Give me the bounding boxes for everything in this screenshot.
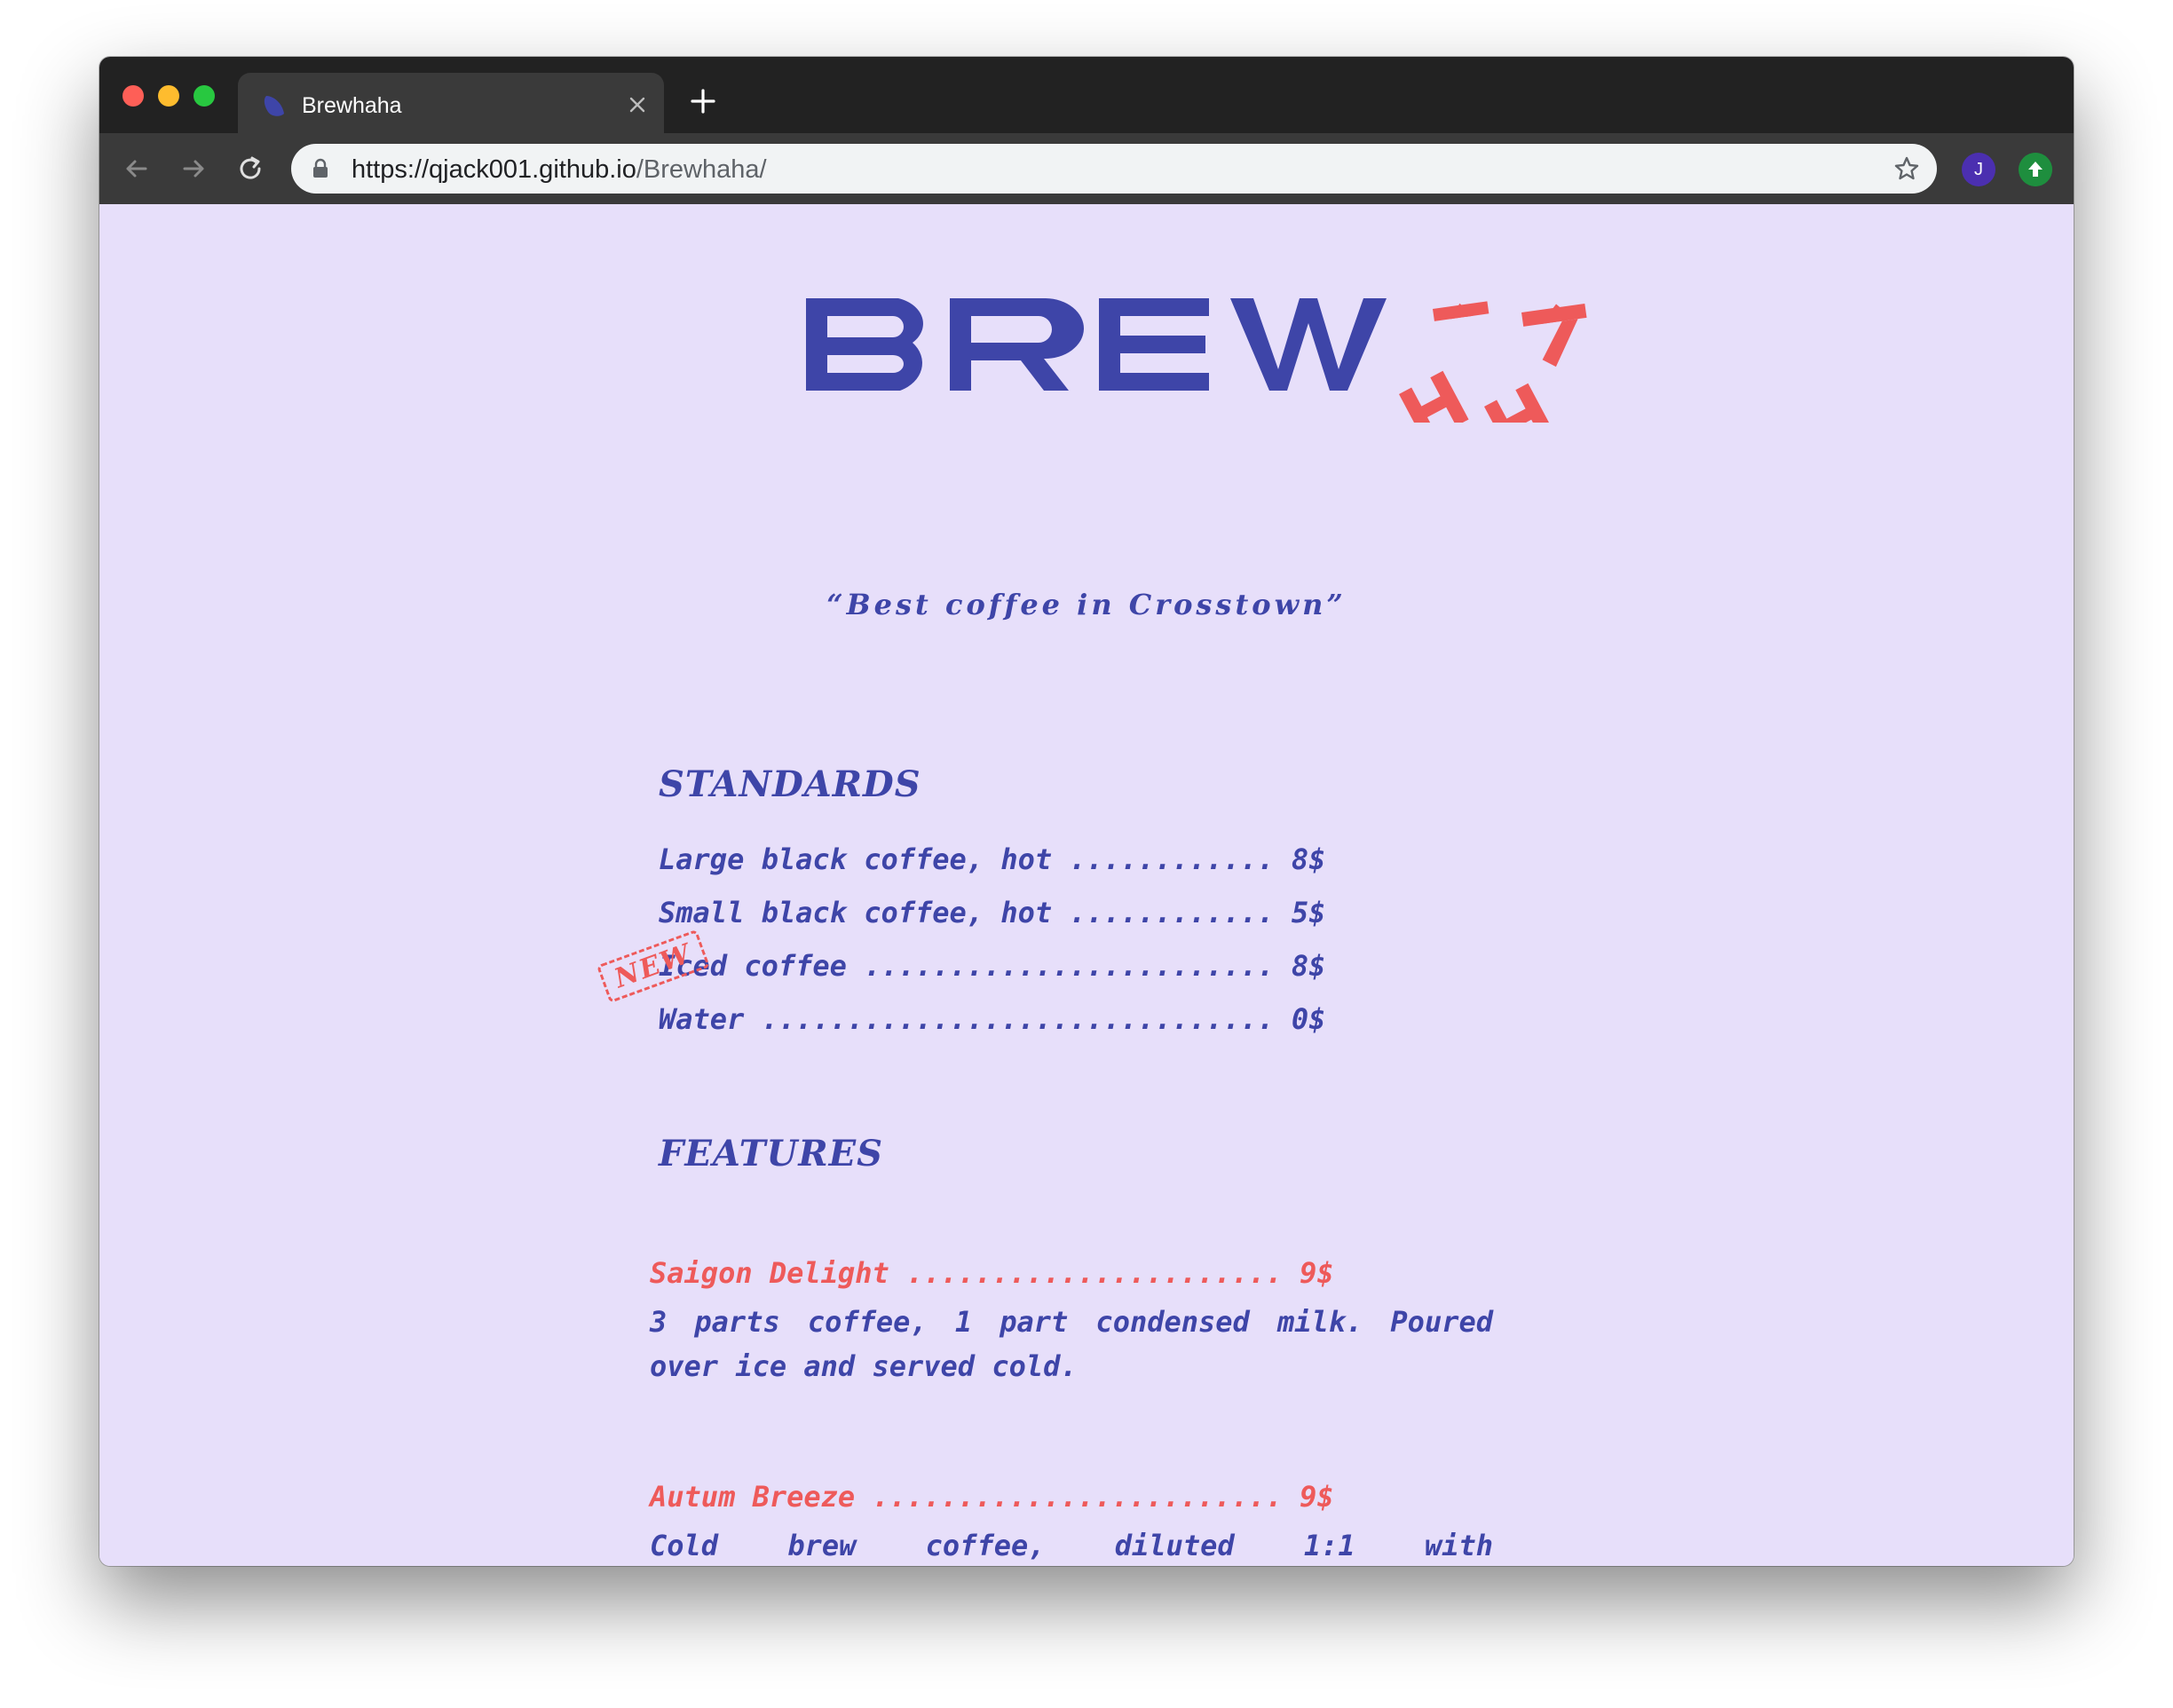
standards-list: Large black coffee, hot ............ 8$ … [659,833,1502,1046]
minimize-window-button[interactable] [158,85,179,107]
feature-title: Autum Breeze ........................ 9$ [650,1480,1334,1514]
feature-item: Saigon Delight ...................... 9$… [650,1246,1493,1388]
reload-icon[interactable] [233,151,268,186]
back-arrow-icon[interactable] [119,151,154,186]
feature-item: Autum Breeze ........................ 9$… [650,1470,1493,1566]
standards-heading: STANDARDS [659,763,921,805]
logo-brew [806,298,1387,391]
profile-avatar[interactable]: J [1962,153,1995,186]
bean-favicon-icon [264,96,284,116]
tab-brewhaha[interactable]: Brewhaha [238,73,664,135]
lock-icon[interactable] [311,158,330,179]
maximize-window-button[interactable] [194,85,215,107]
browser-toolbar: https://qjack001.github.io/Brewhaha/ J [99,133,2074,204]
brewhaha-logo [806,298,1587,423]
close-window-button[interactable] [122,85,144,107]
menu-item: Water .............................. 0$ [659,1002,1326,1036]
close-tab-icon[interactable] [627,94,648,115]
url-text[interactable]: https://qjack001.github.io/Brewhaha/ [352,155,767,184]
address-bar[interactable]: https://qjack001.github.io/Brewhaha/ [291,144,1937,194]
new-tab-icon[interactable] [689,87,717,115]
update-arrow-icon[interactable] [2019,153,2052,186]
feature-title: Saigon Delight ...................... 9$ [650,1256,1334,1290]
features-heading: FEATURES [659,1133,883,1174]
tab-title: Brewhaha [302,93,402,118]
logo-haha [1399,301,1587,423]
bookmark-star-icon[interactable] [1892,154,1921,183]
page-content: “Best coffee in Crosstown” STANDARDS Lar… [99,204,2074,1566]
menu-item: Iced coffee ........................ 8$ [659,949,1326,983]
feature-description: 3 parts coffee, 1 part condensed milk. P… [650,1305,1493,1383]
feature-description: Cold brew coffee, diluted 1:1 with [650,1529,1493,1562]
menu-item: Large black coffee, hot ............ 8$ [659,842,1326,876]
tagline: “Best coffee in Crosstown” [826,588,1347,621]
forward-arrow-icon[interactable] [176,151,211,186]
title-bar: Brewhaha [99,57,2074,135]
features-section: FEATURES [659,1133,1502,1174]
menu-item: Small black coffee, hot ............ 5$ [659,896,1326,929]
standards-section: STANDARDS [659,763,1502,805]
browser-window: Brewhaha https://qjack001.github.io/Brew… [99,57,2074,1566]
